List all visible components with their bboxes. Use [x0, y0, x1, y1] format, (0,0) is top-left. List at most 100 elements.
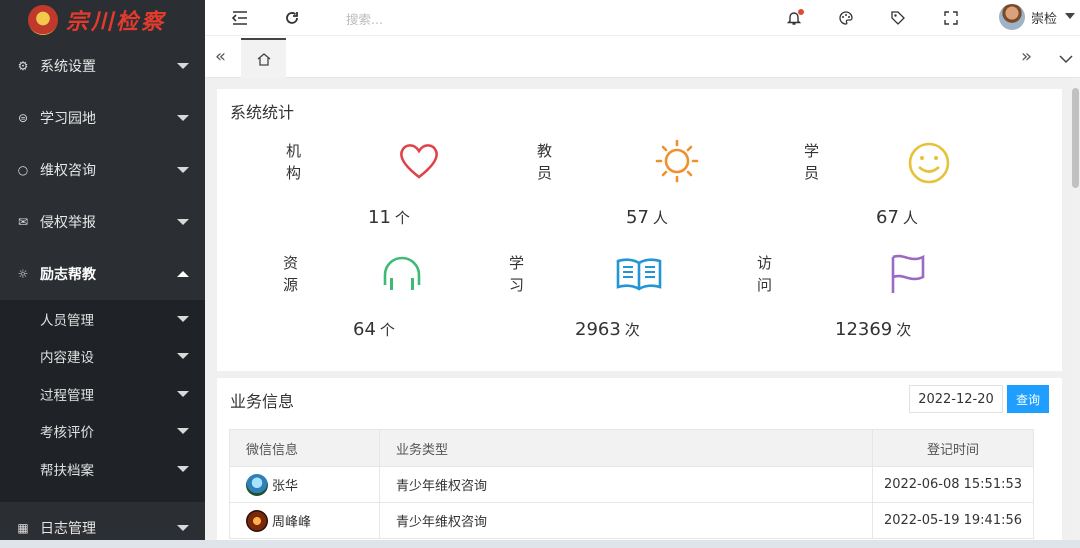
stat-label-teachers: 教员 [537, 142, 553, 182]
column-header: 登记时间 [872, 429, 1034, 467]
column-header: 微信信息 [229, 429, 380, 467]
submenu-item-label: 帮扶档案 [40, 462, 94, 479]
stat-value-institutions: 11 个 [368, 207, 410, 228]
book-icon: ⊜ [17, 111, 29, 125]
flag-icon [891, 254, 925, 293]
sidebar-item-learning[interactable]: ⊜ 学习园地 [0, 92, 205, 144]
stats-card-title: 系统统计 [230, 103, 295, 122]
stat-value-students: 67 人 [876, 207, 918, 228]
home-icon [257, 53, 270, 66]
submenu-item-content[interactable]: 内容建设 [0, 338, 205, 376]
tab-bar: « » [205, 36, 1080, 78]
emblem-icon [28, 5, 58, 35]
sidebar-item-label: 系统设置 [40, 59, 96, 75]
column-header: 业务类型 [379, 429, 873, 467]
tag-icon[interactable] [887, 7, 909, 29]
stat-label-learning: 学习 [509, 254, 525, 294]
avatar[interactable] [999, 4, 1025, 30]
submenu-item-process[interactable]: 过程管理 [0, 375, 205, 413]
sidebar-item-mentoring[interactable]: ☼ 励志帮教 [0, 248, 205, 300]
stat-value-resources: 64 个 [353, 319, 395, 340]
sun-icon: ☼ [17, 267, 29, 281]
scroll-thumb[interactable] [1072, 88, 1079, 188]
bell-icon[interactable] [783, 7, 805, 29]
business-table: 微信信息 业务类型 登记时间 张华 青少年维权咨询 2022-06-08 15:… [229, 429, 1034, 539]
date-input[interactable]: 2022-12-20 [909, 385, 1003, 413]
avatar [246, 473, 268, 496]
caret-down-icon [177, 524, 189, 531]
business-card-title: 业务信息 [230, 392, 295, 411]
grid-icon: ▦ [17, 520, 29, 535]
wechat-cell: 周峰峰 [229, 502, 380, 539]
fullscreen-icon[interactable] [940, 7, 962, 29]
chevron-down-icon[interactable] [1065, 13, 1075, 19]
caret-down-icon [177, 428, 189, 435]
topbar: 搜索... 崇检 [205, 0, 1080, 36]
sidebar-item-system-settings[interactable]: ⚙ 系统设置 [0, 40, 205, 92]
table-header-row: 微信信息 业务类型 登记时间 [229, 429, 1034, 467]
palette-icon[interactable] [835, 7, 857, 29]
caret-down-icon [177, 219, 189, 225]
sidebar-item-label: 学习园地 [40, 111, 96, 127]
time-cell: 2022-05-19 19:41:56 [872, 502, 1034, 539]
caret-up-icon [177, 271, 189, 277]
tab-scroll-right-icon[interactable]: » [1021, 46, 1032, 67]
stat-label-students: 学员 [804, 142, 820, 182]
stat-value-visits: 12369 次 [835, 319, 912, 340]
sidebar: 宗川检察 ⚙ 系统设置 ⊜ 学习园地 ○ 维权咨询 ✉ 侵权举报 ☼ 励志帮教 … [0, 0, 205, 548]
brand-title: 宗川检察 [66, 9, 167, 35]
menu-collapse-icon[interactable] [229, 7, 251, 29]
sidebar-item-label: 侵权举报 [40, 215, 96, 231]
wechat-cell: 张华 [229, 466, 380, 503]
caret-down-icon [177, 315, 189, 322]
table-row[interactable]: 周峰峰 青少年维权咨询 2022-05-19 19:41:56 [229, 502, 1034, 539]
sidebar-item-report[interactable]: ✉ 侵权举报 [0, 196, 205, 248]
user-name[interactable]: 崇检 [1031, 8, 1057, 27]
submenu-item-label: 人员管理 [40, 312, 94, 329]
caret-down-icon [177, 115, 189, 121]
stat-label-resources: 资源 [283, 254, 299, 294]
gear-icon: ⚙ [17, 59, 29, 73]
caret-down-icon [177, 465, 189, 472]
circle-icon: ○ [17, 163, 29, 177]
stat-label-visits: 访问 [757, 254, 773, 294]
submenu-item-label: 考核评价 [40, 425, 94, 442]
stat-value-teachers: 57 人 [626, 207, 668, 228]
tab-home[interactable] [241, 38, 286, 78]
sidebar-item-label: 维权咨询 [40, 163, 96, 179]
stat-label-institutions: 机构 [286, 142, 302, 182]
tab-menu-chevron-icon[interactable] [1059, 48, 1073, 69]
open-book-icon [616, 258, 662, 291]
heart-icon [400, 144, 438, 179]
os-taskbar [0, 540, 1080, 548]
business-card: 业务信息 2022-12-20 查询 微信信息 业务类型 登记时间 张华 青少年… [217, 378, 1062, 548]
caret-down-icon [177, 167, 189, 173]
submenu-item-archive[interactable]: 帮扶档案 [0, 450, 205, 488]
caret-down-icon [177, 353, 189, 360]
sidebar-item-label: 励志帮教 [40, 267, 96, 283]
sidebar-item-consult[interactable]: ○ 维权咨询 [0, 144, 205, 196]
search-input[interactable]: 搜索... [346, 9, 383, 28]
submenu-item-evaluation[interactable]: 考核评价 [0, 413, 205, 451]
logo: 宗川检察 [0, 0, 205, 40]
submenu-item-label: 过程管理 [40, 387, 94, 404]
tab-scroll-left-icon[interactable]: « [215, 46, 226, 67]
type-cell: 青少年维权咨询 [379, 466, 873, 503]
notification-dot [798, 9, 804, 15]
sidebar-item-label: 日志管理 [40, 520, 96, 537]
mail-icon: ✉ [17, 215, 29, 229]
submenu-mentoring: 人员管理 内容建设 过程管理 考核评价 帮扶档案 [0, 300, 205, 502]
stat-value-learning: 2963 次 [575, 319, 640, 340]
sun-icon [655, 139, 699, 183]
stats-card: 系统统计 机构 11 个 教员 57 人 学员 67 人 资源 64 个 学习 2963… [217, 89, 1062, 371]
scrollbar[interactable] [1071, 78, 1080, 540]
type-cell: 青少年维权咨询 [379, 502, 873, 539]
avatar [246, 509, 268, 532]
table-row[interactable]: 张华 青少年维权咨询 2022-06-08 15:51:53 [229, 466, 1034, 503]
submenu-item-label: 内容建设 [40, 350, 94, 367]
refresh-icon[interactable] [281, 7, 303, 29]
query-button[interactable]: 查询 [1007, 385, 1049, 413]
headphones-icon [383, 256, 421, 290]
submenu-item-personnel[interactable]: 人员管理 [0, 300, 205, 338]
time-cell: 2022-06-08 15:51:53 [872, 466, 1034, 503]
